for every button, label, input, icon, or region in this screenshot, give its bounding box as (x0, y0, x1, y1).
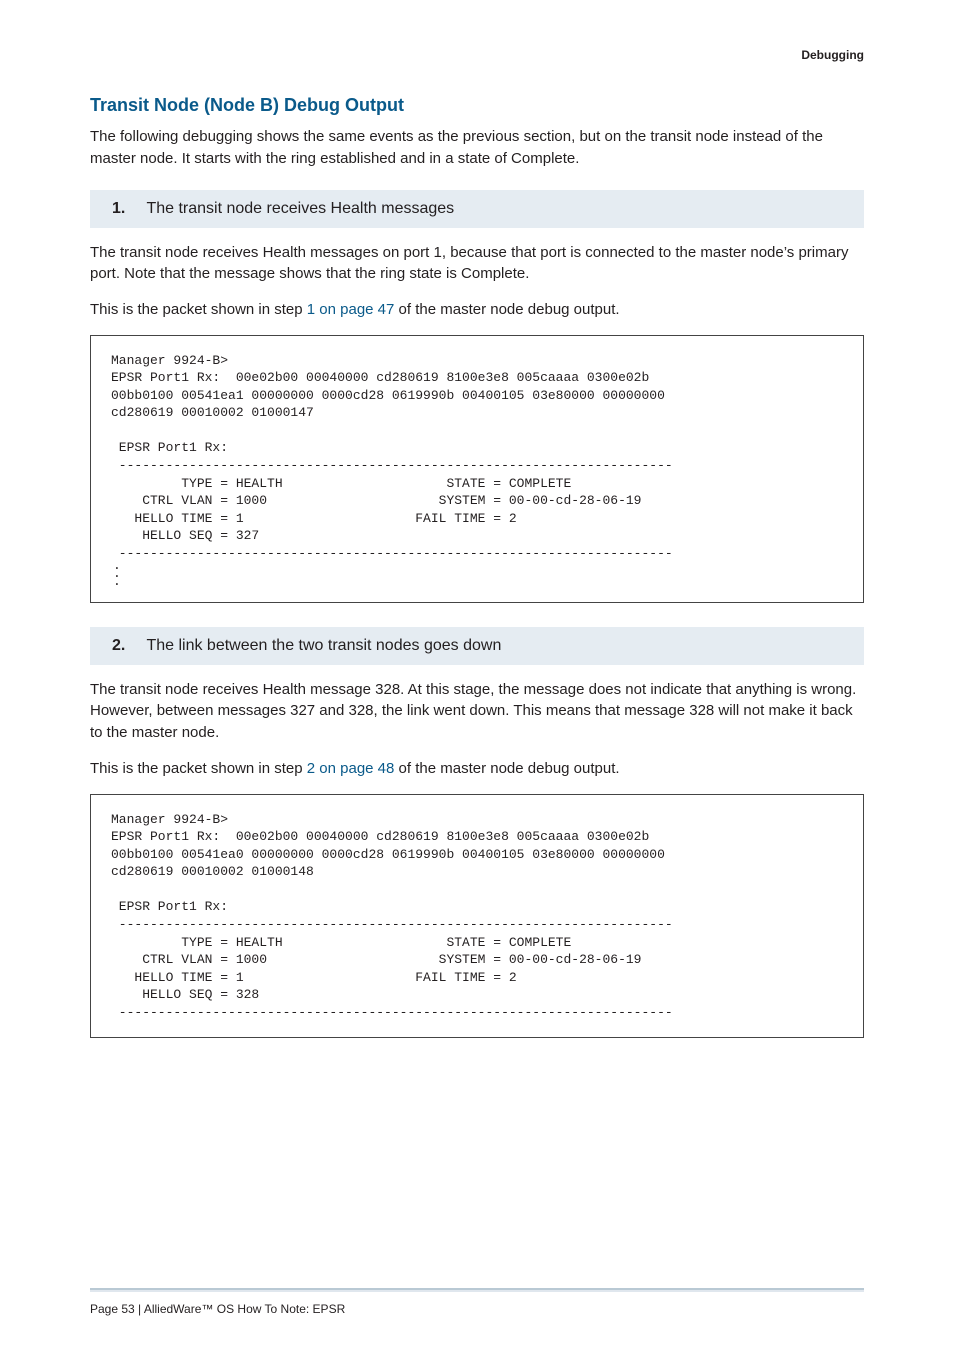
step-1-para-2a: This is the packet shown in step (90, 301, 307, 318)
step-2-label: The link between the two transit nodes g… (146, 637, 501, 654)
step-1-para-1: The transit node receives Health message… (90, 242, 864, 286)
step-1-label: The transit node receives Health message… (146, 200, 454, 217)
step-2-code: Manager 9924-B> EPSR Port1 Rx: 00e02b00 … (111, 812, 673, 1020)
step-1-ellipsis: . . . (111, 562, 843, 585)
step-2-para-1: The transit node receives Health message… (90, 679, 864, 744)
step-1-number: 1. (112, 200, 142, 218)
running-header: Debugging (801, 48, 864, 62)
step-1-code: Manager 9924-B> EPSR Port1 Rx: 00e02b00 … (111, 353, 673, 561)
step-2-number: 2. (112, 637, 142, 655)
section-title: Transit Node (Node B) Debug Output (90, 95, 864, 116)
step-1-para-2b: of the master node debug output. (394, 301, 619, 318)
step-2-para-2b: of the master node debug output. (394, 760, 619, 777)
footer-text: Page 53 | AlliedWare™ OS How To Note: EP… (90, 1302, 345, 1316)
step-1-bar: 1. The transit node receives Health mess… (90, 190, 864, 228)
step-1-link[interactable]: 1 on page 47 (307, 301, 395, 318)
step-1-para-2: This is the packet shown in step 1 on pa… (90, 299, 864, 321)
footer-rule (90, 1288, 864, 1292)
step-2-code-block: Manager 9924-B> EPSR Port1 Rx: 00e02b00 … (90, 794, 864, 1039)
step-2-para-2: This is the packet shown in step 2 on pa… (90, 758, 864, 780)
section-intro: The following debugging shows the same e… (90, 126, 864, 170)
step-2-para-2a: This is the packet shown in step (90, 760, 307, 777)
step-2-link[interactable]: 2 on page 48 (307, 760, 395, 777)
step-2-bar: 2. The link between the two transit node… (90, 627, 864, 665)
step-1-code-block: Manager 9924-B> EPSR Port1 Rx: 00e02b00 … (90, 335, 864, 603)
